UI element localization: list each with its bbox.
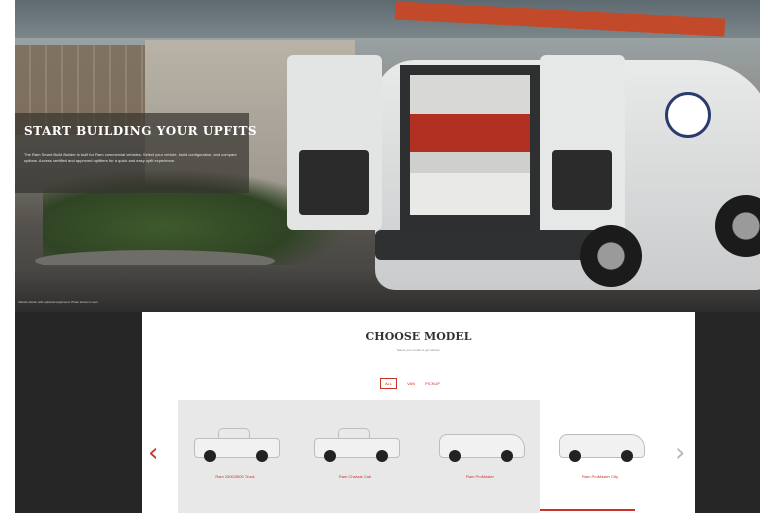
- model-filter-tabs: ALL VAN PICKUP: [380, 378, 440, 389]
- hero-title: START BUILDING YOUR UPFITS: [24, 124, 258, 138]
- chevron-left-icon[interactable]: ‹: [148, 440, 158, 466]
- hero-caption: Vehicle shown with optional equipment. P…: [18, 300, 99, 304]
- filter-tab-all[interactable]: ALL: [380, 378, 398, 389]
- cargo-van-icon: [439, 428, 525, 462]
- pickup-truck-icon: [194, 428, 280, 462]
- filter-tab-pickup[interactable]: PICKUP: [425, 381, 440, 386]
- choose-model-subtitle: Select your model to get started.: [396, 348, 441, 352]
- chevron-right-icon[interactable]: ›: [675, 440, 685, 466]
- model-label: Ram ProMaster City: [581, 474, 618, 479]
- model-card-chassis-cab[interactable]: Ram Chassis Cab: [300, 412, 410, 512]
- model-card-promaster-city[interactable]: Ram ProMaster City: [545, 412, 655, 512]
- chassis-cab-icon: [314, 428, 400, 462]
- model-card-promaster[interactable]: Ram ProMaster: [425, 412, 535, 512]
- filter-tab-van[interactable]: VAN: [407, 381, 415, 386]
- van-logo-decal: [665, 92, 711, 138]
- model-label: Ram 2500/3500 Truck: [215, 474, 255, 479]
- choose-model-title: CHOOSE MODEL: [365, 330, 472, 343]
- model-label: Ram ProMaster: [465, 474, 494, 479]
- compact-van-icon: [559, 428, 645, 462]
- left-dark-panel: [15, 312, 142, 513]
- right-dark-panel: [695, 312, 760, 513]
- van-rear-door-left: [287, 55, 382, 230]
- selected-model-indicator: [540, 509, 635, 511]
- cargo-shelving: [410, 75, 530, 215]
- van-wheel: [580, 225, 642, 287]
- van-rear-door-right: [540, 55, 625, 235]
- model-label: Ram Chassis Cab: [338, 474, 372, 479]
- model-card-ram-truck[interactable]: Ram 2500/3500 Truck: [180, 412, 290, 512]
- hero-description: The Ram Smart Build Builder is built for…: [24, 152, 237, 163]
